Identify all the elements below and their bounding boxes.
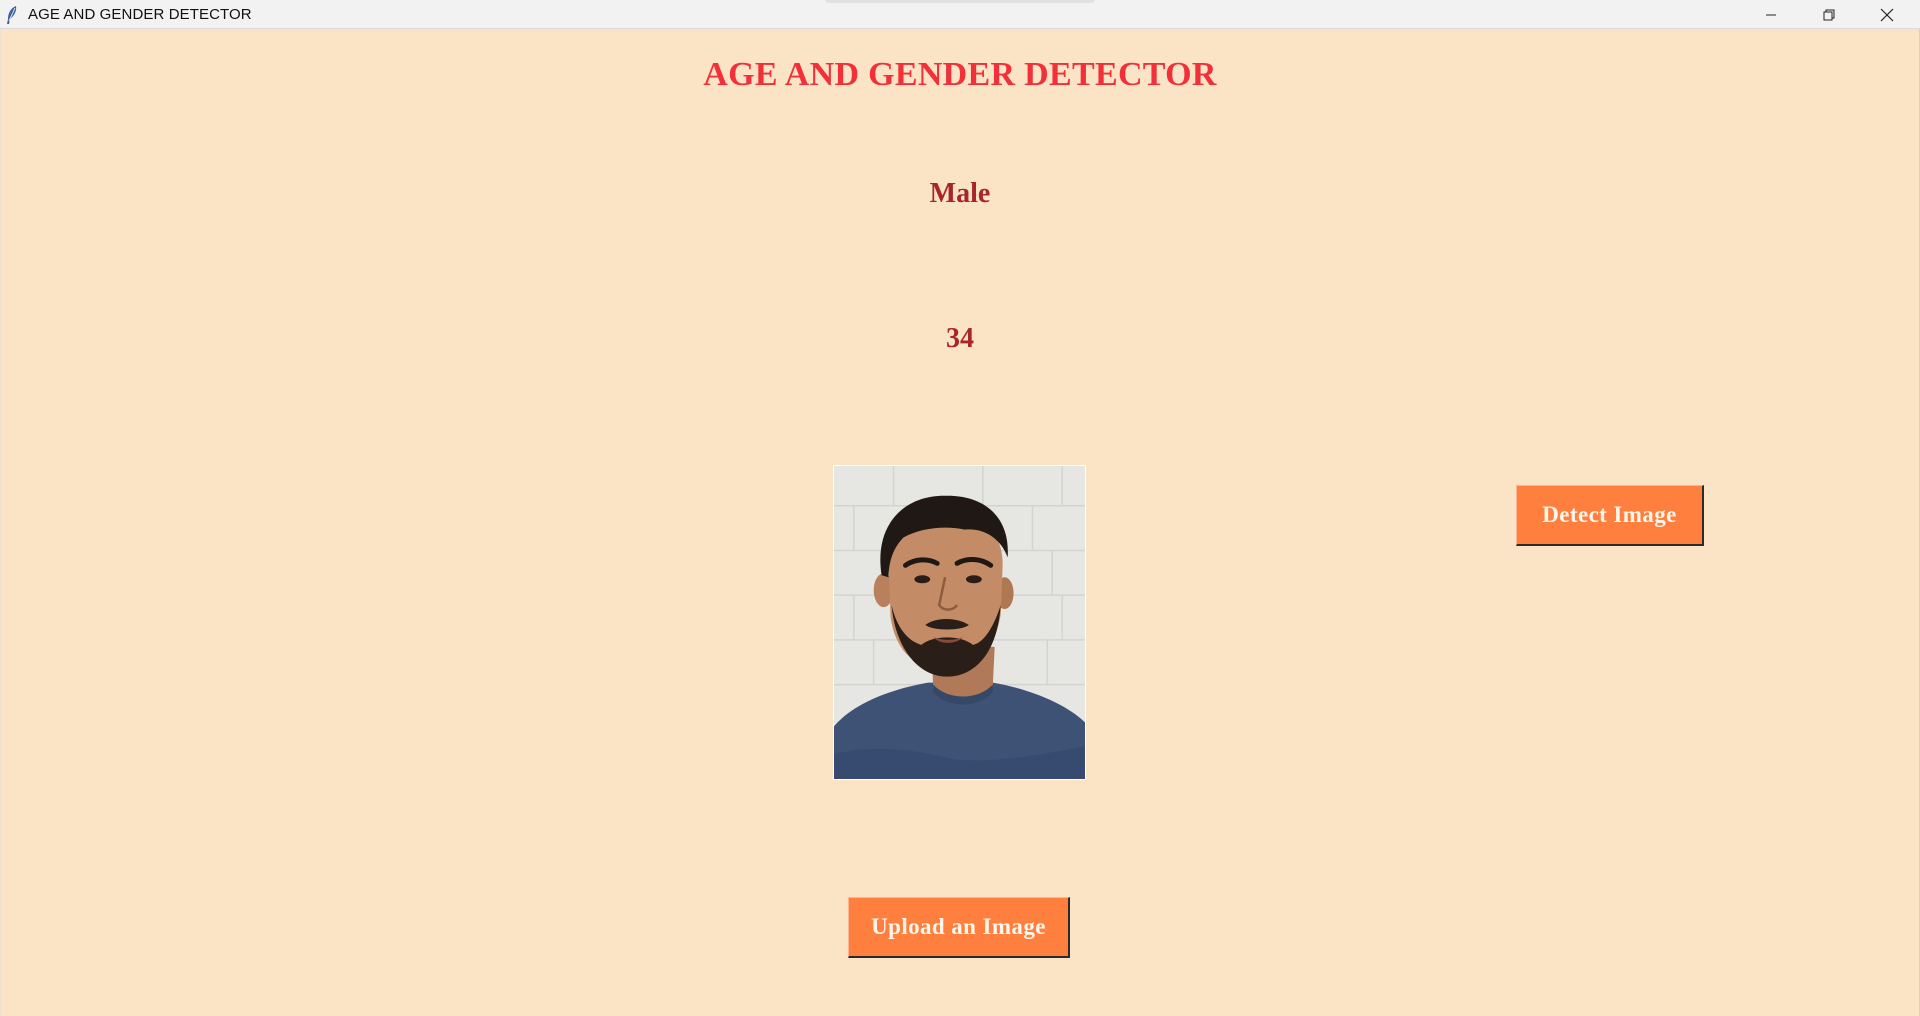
title-bar[interactable]: AGE AND GENDER DETECTOR	[0, 0, 1920, 29]
minimize-button[interactable]	[1742, 0, 1800, 29]
close-button[interactable]	[1858, 0, 1916, 29]
portrait-photo	[834, 466, 1085, 779]
uploaded-image	[833, 465, 1086, 780]
restore-icon	[1823, 9, 1835, 21]
minimize-icon	[1765, 9, 1777, 21]
detect-image-button[interactable]: Detect Image	[1516, 485, 1704, 546]
feather-icon	[5, 5, 19, 25]
page-title: AGE AND GENDER DETECTOR	[703, 56, 1217, 93]
title-bar-handle	[825, 0, 1095, 3]
restore-button[interactable]	[1800, 0, 1858, 29]
app-window: AGE AND GENDER DETECTOR AGE AND GENDER D…	[0, 0, 1920, 1016]
upload-image-button[interactable]: Upload an Image	[848, 897, 1070, 958]
window-title: AGE AND GENDER DETECTOR	[28, 6, 252, 23]
gender-result-label: Male	[929, 178, 991, 209]
age-result-label: 34	[946, 323, 974, 354]
close-icon	[1880, 8, 1894, 22]
